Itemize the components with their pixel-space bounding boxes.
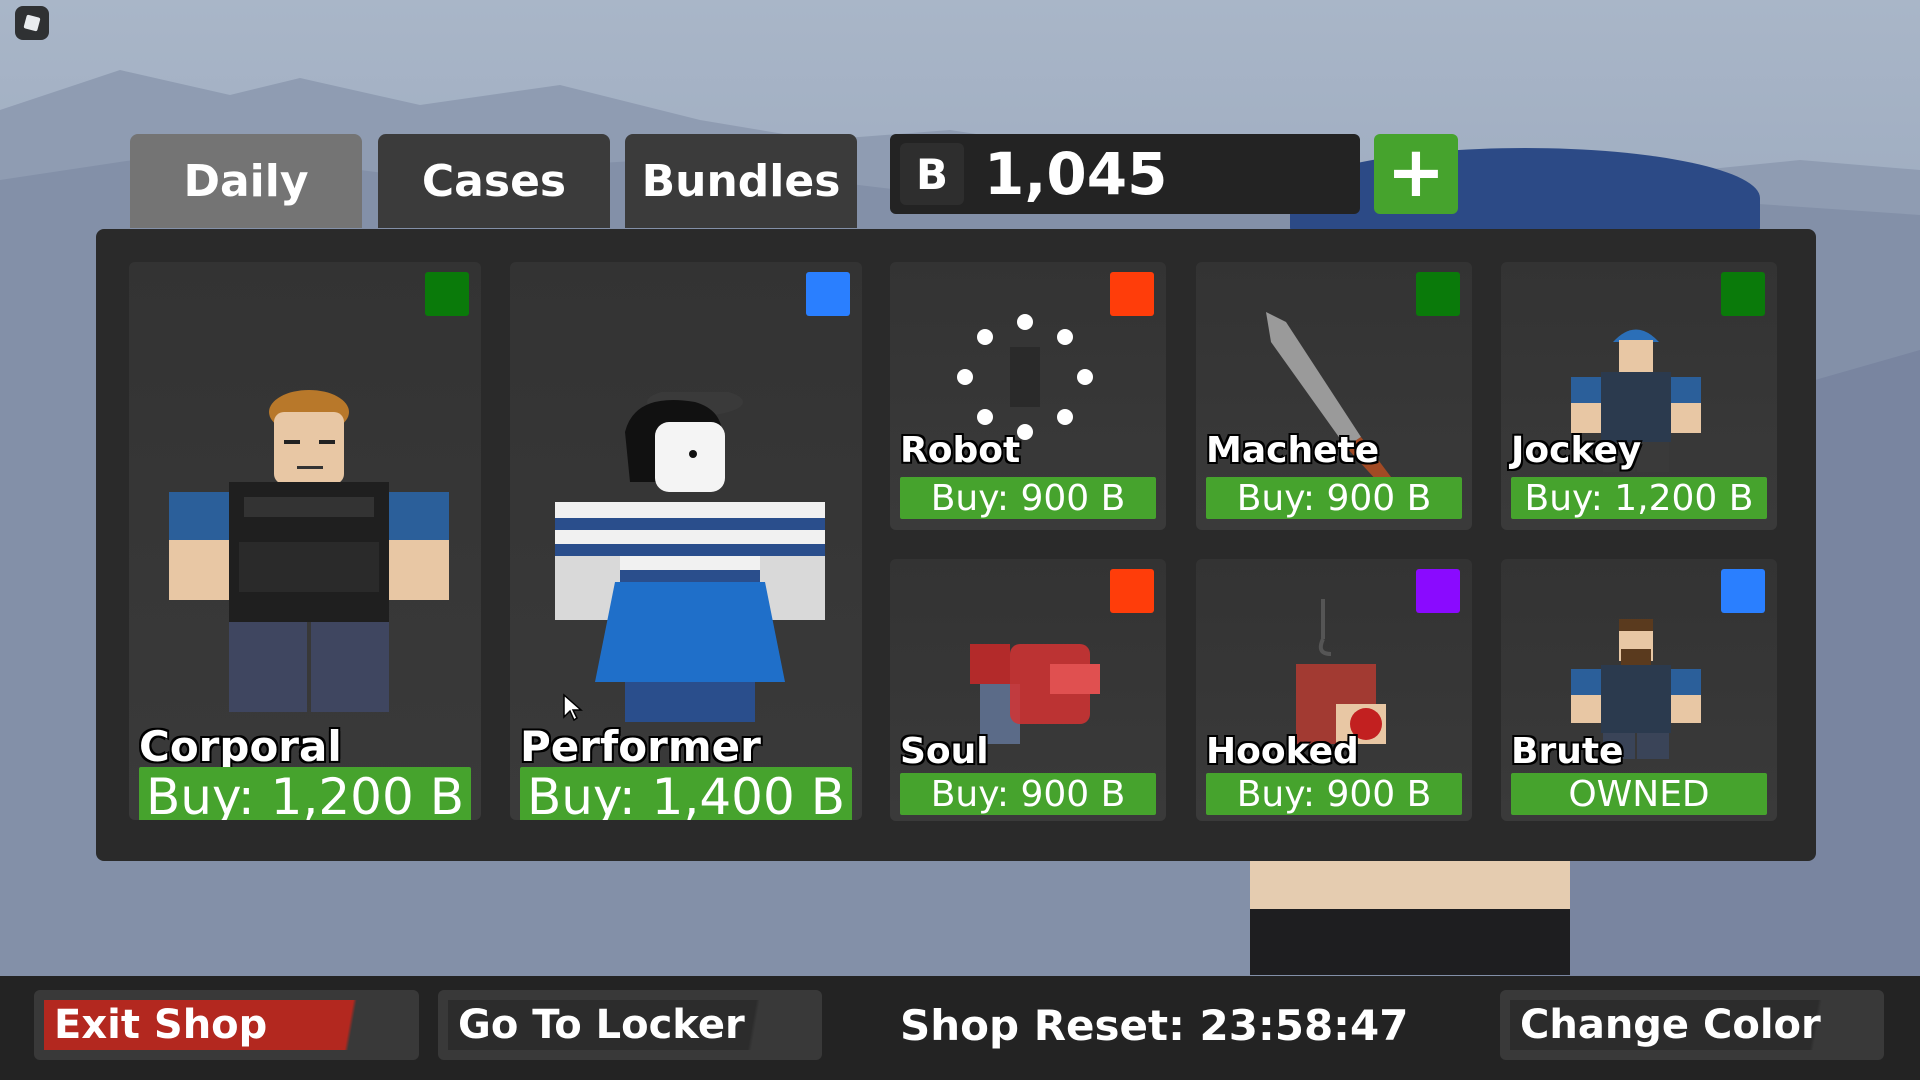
currency-amount: 1,045 [984,140,1168,208]
add-currency-button[interactable]: + [1374,134,1458,214]
rarity-indicator [1721,272,1765,316]
go-to-locker-label: Go To Locker [448,1000,802,1050]
rarity-indicator [1110,569,1154,613]
corporal-character-image [169,390,449,712]
item-name: Machete [1206,430,1380,471]
buy-button[interactable]: Buy: 1,200 B [139,767,471,820]
item-card-jockey[interactable]: Jockey Buy: 1,200 B [1501,262,1777,530]
item-card-performer[interactable]: Performer Buy: 1,400 B [510,262,862,820]
exit-shop-button[interactable]: Exit Shop [34,990,419,1060]
item-card-robot[interactable]: Robot Buy: 900 B [890,262,1166,530]
buy-button[interactable]: Buy: 900 B [900,773,1156,815]
item-name: Performer [520,722,761,771]
change-color-label: Change Color [1510,1000,1864,1050]
performer-character-image [555,392,825,722]
buy-button[interactable]: Buy: 900 B [1206,477,1462,519]
item-name: Brute [1511,731,1624,772]
plus-icon: + [1386,131,1446,213]
shop-panel: Corporal Buy: 1,200 B Performer Buy: 1,4… [96,229,1816,861]
go-to-locker-button[interactable]: Go To Locker [438,990,822,1060]
item-name: Hooked [1206,731,1359,772]
rarity-indicator [1110,272,1154,316]
tab-cases[interactable]: Cases [378,134,610,228]
item-card-brute[interactable]: Brute OWNED [1501,559,1777,821]
rarity-indicator [1416,272,1460,316]
tab-bundles[interactable]: Bundles [625,134,857,228]
rarity-indicator [1416,569,1460,613]
item-card-machete[interactable]: Machete Buy: 900 B [1196,262,1472,530]
buy-button[interactable]: Buy: 1,400 B [520,767,852,820]
buy-button[interactable]: Buy: 900 B [900,477,1156,519]
item-name: Robot [900,430,1021,471]
roblox-menu-icon[interactable] [15,6,49,40]
item-card-hooked[interactable]: Hooked Buy: 900 B [1196,559,1472,821]
tab-daily[interactable]: Daily [130,134,362,228]
buy-button[interactable]: Buy: 1,200 B [1511,477,1767,519]
item-name: Soul [900,731,989,772]
shop-reset-timer: Shop Reset: 23:58:47 [900,1000,1409,1050]
item-name: Corporal [139,722,342,771]
bottom-bar: Exit Shop Go To Locker Shop Reset: 23:58… [0,976,1920,1080]
item-card-corporal[interactable]: Corporal Buy: 1,200 B [129,262,481,820]
rarity-indicator [1721,569,1765,613]
item-name: Jockey [1511,430,1642,471]
change-color-button[interactable]: Change Color [1500,990,1884,1060]
item-card-soul[interactable]: Soul Buy: 900 B [890,559,1166,821]
rarity-indicator [425,272,469,316]
currency-symbol: B [900,143,964,205]
rarity-indicator [806,272,850,316]
player-legs-decoration [1240,855,1610,975]
mouse-cursor-icon [563,693,583,722]
owned-label: OWNED [1511,773,1767,815]
exit-shop-label: Exit Shop [44,1000,399,1050]
buy-button[interactable]: Buy: 900 B [1206,773,1462,815]
currency-display: B 1,045 [890,134,1360,214]
